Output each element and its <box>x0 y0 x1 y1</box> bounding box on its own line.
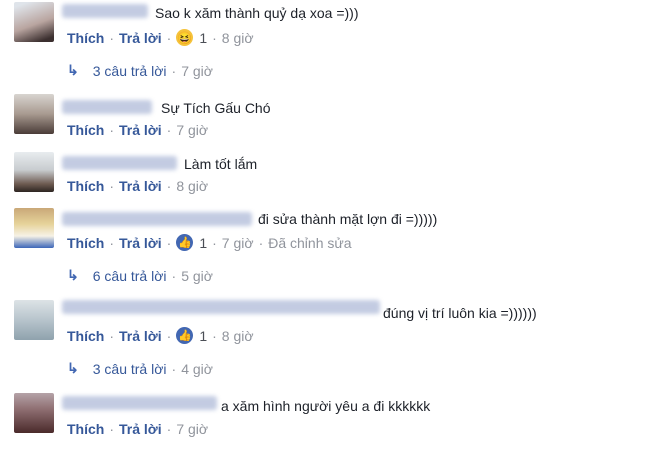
timestamp[interactable]: 8 giờ <box>222 328 254 344</box>
timestamp[interactable]: 8 giờ <box>176 178 208 194</box>
separator-dot: · <box>109 178 115 194</box>
replies-timestamp: 5 giờ <box>181 267 213 284</box>
comment-text: Làm tốt lắm <box>184 156 258 172</box>
replies-count-link[interactable]: 6 câu trả lời <box>93 268 167 284</box>
reaction-count[interactable]: 1 <box>199 30 207 46</box>
reply-link[interactable]: Trả lời <box>119 421 162 437</box>
edited-label[interactable]: Đã chỉnh sửa <box>268 235 351 251</box>
replies-timestamp: 4 giờ <box>181 360 213 377</box>
avatar[interactable] <box>14 208 54 248</box>
separator-dot: · <box>109 234 115 251</box>
separator-dot: · <box>212 29 217 46</box>
comment-text: Sự Tích Gấu Chó <box>161 100 271 116</box>
timestamp[interactable]: 7 giờ <box>176 421 208 437</box>
like-icon[interactable]: 👍 <box>176 234 194 251</box>
separator-dot: · <box>258 234 264 251</box>
replies-timestamp: 7 giờ <box>181 62 213 79</box>
reply-link[interactable]: Trả lời <box>119 328 162 344</box>
separator-dot: · <box>212 234 217 251</box>
like-link[interactable]: Thích <box>67 328 104 344</box>
separator-dot: · <box>166 29 172 46</box>
avatar[interactable] <box>14 300 54 340</box>
like-link[interactable]: Thích <box>67 30 104 46</box>
separator-dot: · <box>109 122 115 138</box>
comment-text: Sao k xăm thành quỷ dạ xoa =))) <box>155 5 359 21</box>
timestamp[interactable]: 8 giờ <box>222 30 254 46</box>
reply-link[interactable]: Trả lời <box>119 122 162 138</box>
like-link[interactable]: Thích <box>67 421 104 437</box>
commenter-name-blurred[interactable] <box>62 212 252 226</box>
commenter-name-blurred[interactable] <box>62 156 177 170</box>
view-replies-row[interactable]: ↳ 6 câu trả lời · 5 giờ <box>67 267 213 284</box>
like-link[interactable]: Thích <box>67 178 104 194</box>
separator-dot: · <box>166 421 172 437</box>
replies-count-link[interactable]: 3 câu trả lời <box>93 361 167 377</box>
reply-arrow-icon: ↳ <box>67 267 79 283</box>
comment-text: a xăm hình người yêu a đi kkkkkk <box>221 398 431 414</box>
reply-arrow-icon: ↳ <box>67 62 79 78</box>
reply-link[interactable]: Trả lời <box>119 30 162 46</box>
separator-dot: · <box>166 178 172 194</box>
avatar[interactable] <box>14 2 54 42</box>
comment-actions: Thích · Trả lời · 👍 1 · 7 giờ · Đã chỉnh… <box>67 234 352 251</box>
comment-actions: Thích · Trả lời · 👍 1 · 8 giờ <box>67 327 254 344</box>
avatar[interactable] <box>14 94 54 134</box>
avatar[interactable] <box>14 152 54 192</box>
separator-dot: · <box>166 234 172 251</box>
comment-text: đúng vị trí luôn kia =)))))) <box>383 305 537 321</box>
separator-dot: · <box>171 360 177 377</box>
comment-actions: Thích · Trả lời · 7 giờ <box>67 421 208 437</box>
like-link[interactable]: Thích <box>67 235 104 251</box>
like-link[interactable]: Thích <box>67 122 104 138</box>
separator-dot: · <box>171 62 177 79</box>
timestamp[interactable]: 7 giờ <box>222 235 254 251</box>
like-icon[interactable]: 👍 <box>176 327 194 344</box>
commenter-name-blurred[interactable] <box>62 4 148 18</box>
reaction-count[interactable]: 1 <box>199 235 207 251</box>
commenter-name-blurred[interactable] <box>62 396 217 410</box>
comment-actions: Thích · Trả lời · 😆 1 · 8 giờ <box>67 29 254 46</box>
comment-actions: Thích · Trả lời · 7 giờ <box>67 122 208 138</box>
reply-link[interactable]: Trả lời <box>119 178 162 194</box>
comment-actions: Thích · Trả lời · 8 giờ <box>67 178 208 194</box>
avatar[interactable] <box>14 393 54 433</box>
view-replies-row[interactable]: ↳ 3 câu trả lời · 4 giờ <box>67 360 213 377</box>
timestamp[interactable]: 7 giờ <box>176 122 208 138</box>
haha-emoji-icon[interactable]: 😆 <box>176 29 194 46</box>
reply-link[interactable]: Trả lời <box>119 235 162 251</box>
separator-dot: · <box>166 327 172 344</box>
commenter-name-blurred[interactable] <box>62 300 380 314</box>
separator-dot: · <box>109 327 115 344</box>
reaction-count[interactable]: 1 <box>199 328 207 344</box>
view-replies-row[interactable]: ↳ 3 câu trả lời · 7 giờ <box>67 62 213 79</box>
separator-dot: · <box>171 267 177 284</box>
commenter-name-blurred[interactable] <box>62 100 152 114</box>
comment-text: đi sửa thành mặt lợn đi =))))) <box>258 211 438 227</box>
separator-dot: · <box>212 327 217 344</box>
replies-count-link[interactable]: 3 câu trả lời <box>93 63 167 79</box>
separator-dot: · <box>109 29 115 46</box>
separator-dot: · <box>109 421 115 437</box>
separator-dot: · <box>166 122 172 138</box>
reply-arrow-icon: ↳ <box>67 360 79 376</box>
